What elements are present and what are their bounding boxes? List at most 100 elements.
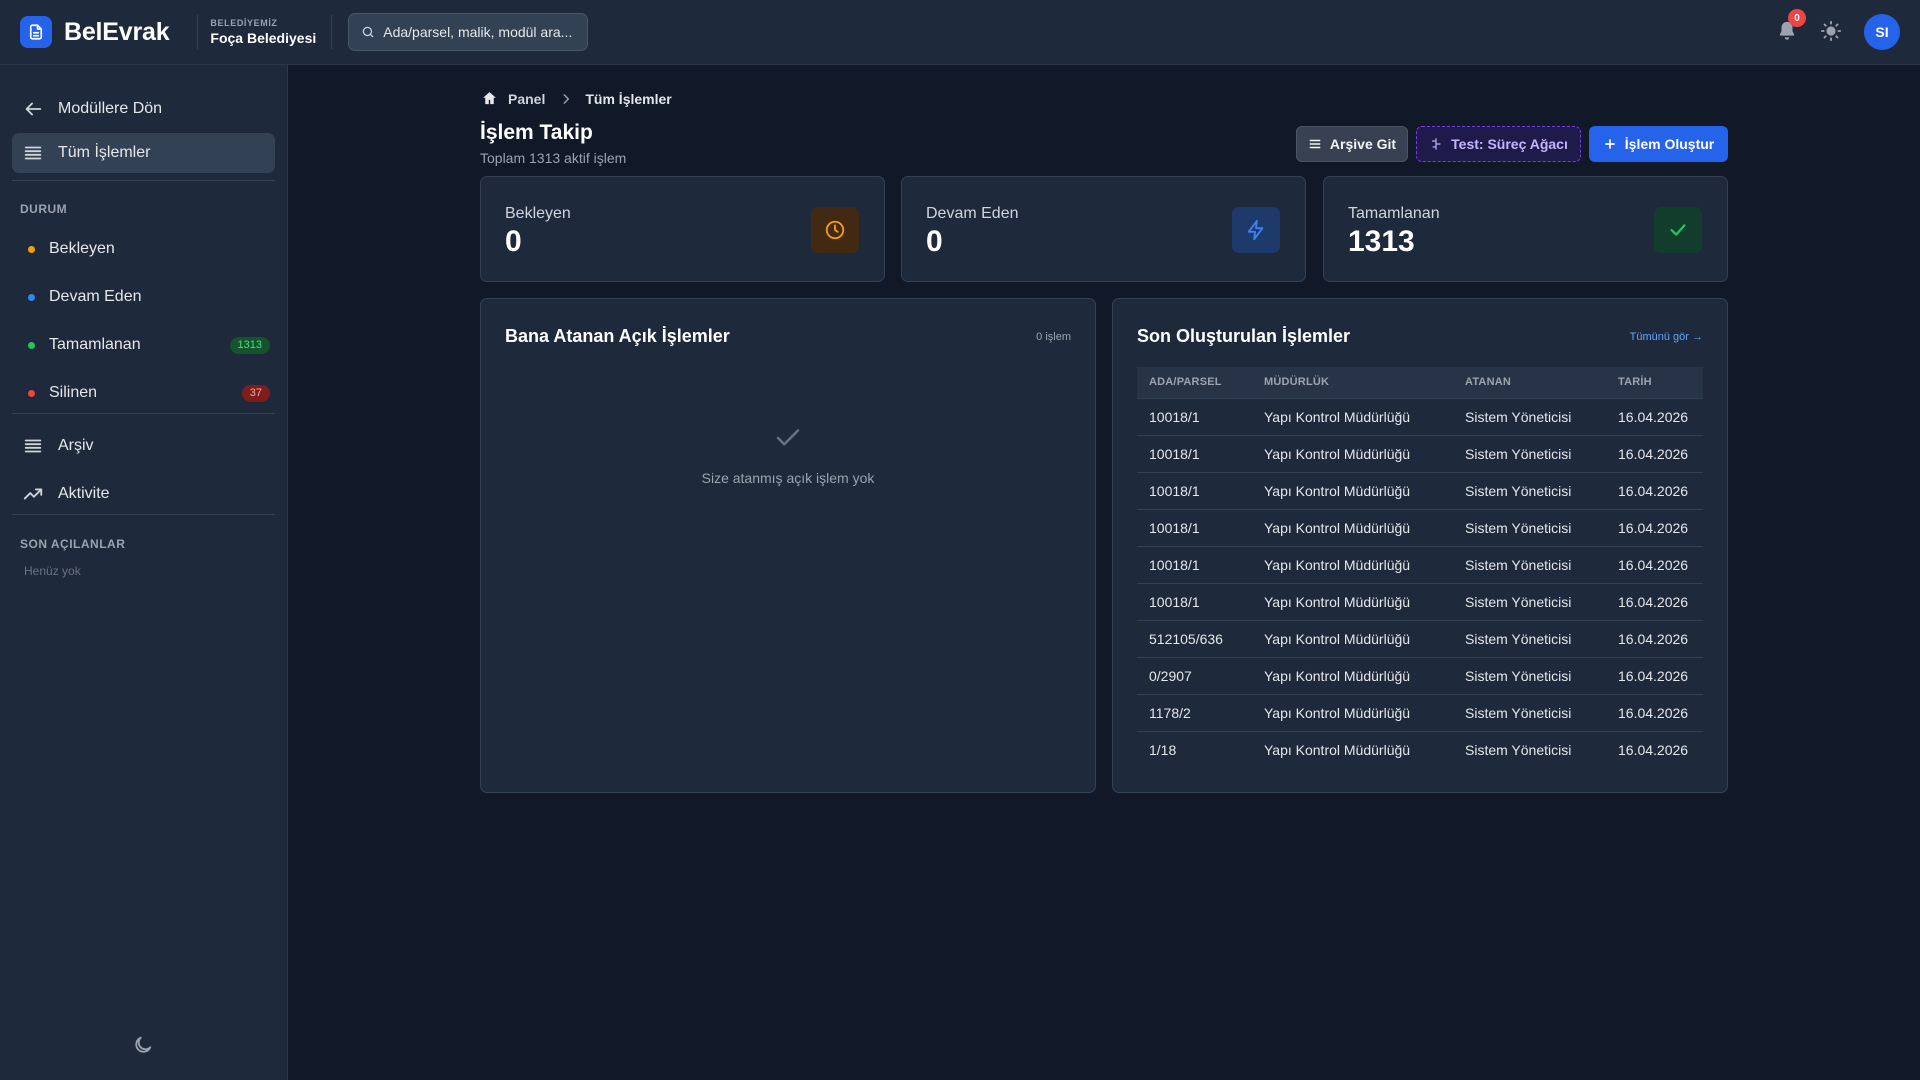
department-cell: Yapı Kontrol Müdürlüğü: [1252, 545, 1453, 583]
status-dot: [28, 389, 35, 397]
user-avatar[interactable]: SI: [1864, 14, 1900, 50]
table-row[interactable]: 10018/1 Yapı Kontrol Müdürlüğü Sistem Yöne…: [1137, 471, 1703, 509]
chevron-right-icon: [559, 92, 573, 106]
column-header: ATANAN: [1465, 376, 1512, 389]
theme-toggle-sun-icon[interactable]: [1820, 20, 1844, 44]
municipality-name: Foça Belediyesi: [210, 30, 317, 46]
table-row[interactable]: 10018/1 Yapı Kontrol Müdürlüğü Sistem Yöne…: [1137, 397, 1703, 435]
column-header: MÜDÜRLÜK: [1264, 376, 1330, 389]
breadcrumb-home-link[interactable]: Panel: [508, 91, 545, 107]
stat-card-completed: Tamamlanan 1313: [1323, 176, 1728, 282]
table-row[interactable]: 1/18 Yapı Kontrol Müdürlüğü Sistem Yönetic…: [1137, 730, 1703, 768]
plus-icon: [1604, 139, 1615, 149]
stat-label: Devam Eden: [926, 205, 1019, 222]
parcel-link[interactable]: 10018/1: [1137, 508, 1252, 546]
status-dot: [28, 293, 35, 301]
divider: [12, 413, 275, 414]
stat-label: Tamamlanan: [1348, 205, 1440, 222]
list-icon: [1309, 139, 1321, 149]
date-cell: 16.04.2026: [1606, 656, 1703, 694]
dark-mode-moon-icon[interactable]: [132, 1034, 154, 1056]
department-cell: Yapı Kontrol Müdürlüğü: [1252, 730, 1453, 768]
status-dot: [28, 245, 35, 253]
go-to-archive-button[interactable]: Arşive Git: [1296, 126, 1408, 162]
parcel-link[interactable]: 512105/636: [1137, 619, 1252, 657]
document-icon: [20, 16, 52, 48]
department-cell: Yapı Kontrol Müdürlüğü: [1252, 508, 1453, 546]
sidebar-item-activity[interactable]: Aktivite: [12, 474, 275, 514]
sidebar-item-pending[interactable]: Bekleyen: [20, 231, 270, 267]
table-row[interactable]: 0/2907 Yapı Kontrol Müdürlüğü Sistem Yönet…: [1137, 656, 1703, 694]
parcel-link[interactable]: 1/18: [1137, 730, 1252, 768]
sidebar-item-label: Silinen: [49, 384, 98, 401]
parcel-link[interactable]: 10018/1: [1137, 434, 1252, 472]
sidebar-item-completed[interactable]: Tamamlanan 1313: [20, 327, 270, 363]
recent-transactions-table: ADA/PARSEL MÜDÜRLÜK ATANAN TARİH 10018/1…: [1137, 367, 1703, 768]
search-icon: [361, 25, 375, 39]
see-all-link[interactable]: Tümünü gör →: [1630, 331, 1703, 343]
table-row[interactable]: 10018/1 Yapı Kontrol Müdürlüğü Sistem Yöne…: [1137, 582, 1703, 620]
notifications-button[interactable]: 0: [1776, 9, 1806, 44]
date-cell: 16.04.2026: [1606, 693, 1703, 731]
assignee-cell: Sistem Yöneticisi: [1453, 397, 1606, 435]
status-dot: [28, 341, 35, 349]
create-transaction-button[interactable]: İşlem Oluştur: [1589, 126, 1728, 162]
stat-value: 1313: [1348, 225, 1415, 258]
check-icon: [773, 423, 803, 453]
sidebar: Modüllere Dön Tüm İşlemler DURUM Bekleye…: [0, 65, 288, 1080]
department-cell: Yapı Kontrol Müdürlüğü: [1252, 397, 1453, 435]
sidebar-item-deleted[interactable]: Silinen 37: [20, 375, 270, 411]
menu-lines-icon: [22, 142, 44, 164]
date-cell: 16.04.2026: [1606, 730, 1703, 768]
sidebar-item-archive[interactable]: Arşiv: [12, 426, 275, 466]
assignee-cell: Sistem Yöneticisi: [1453, 582, 1606, 620]
check-icon: [1654, 207, 1702, 253]
table-body: 10018/1 Yapı Kontrol Müdürlüğü Sistem Yöne…: [1137, 397, 1703, 768]
department-cell: Yapı Kontrol Müdürlüğü: [1252, 656, 1453, 694]
date-cell: 16.04.2026: [1606, 508, 1703, 546]
column-header: ADA/PARSEL: [1149, 376, 1222, 389]
list-icon: [22, 435, 44, 457]
breadcrumb-current: Tüm İşlemler: [585, 90, 672, 107]
date-cell: 16.04.2026: [1606, 471, 1703, 509]
sidebar-item-label: Tüm İşlemler: [58, 144, 151, 161]
municipality-eyebrow: BELEDİYEMİZ: [210, 18, 278, 28]
notification-badge: 0: [1788, 9, 1806, 27]
parcel-link[interactable]: 10018/1: [1137, 397, 1252, 435]
test-process-tree-button[interactable]: Test: Süreç Ağacı: [1416, 126, 1581, 162]
date-cell: 16.04.2026: [1606, 397, 1703, 435]
page-title: İşlem Takip: [480, 121, 593, 144]
app-name: BelEvrak: [64, 17, 170, 46]
table-row[interactable]: 1178/2 Yapı Kontrol Müdürlüğü Sistem Yönet…: [1137, 693, 1703, 731]
parcel-link[interactable]: 10018/1: [1137, 471, 1252, 509]
go-to-archive-label: Arşive Git: [1329, 136, 1397, 152]
table-row[interactable]: 10018/1 Yapı Kontrol Müdürlüğü Sistem Yöne…: [1137, 434, 1703, 472]
table-row[interactable]: 10018/1 Yapı Kontrol Müdürlüğü Sistem Yöne…: [1137, 545, 1703, 583]
sidebar-item-label: Devam Eden: [49, 288, 142, 305]
clock-icon: [811, 207, 859, 253]
parcel-link[interactable]: 0/2907: [1137, 656, 1252, 694]
parcel-link[interactable]: 1178/2: [1137, 693, 1252, 731]
department-cell: Yapı Kontrol Müdürlüğü: [1252, 582, 1453, 620]
assignee-cell: Sistem Yöneticisi: [1453, 619, 1606, 657]
home-icon[interactable]: [481, 90, 498, 107]
status-heading: DURUM: [20, 202, 68, 216]
assignee-cell: Sistem Yöneticisi: [1453, 508, 1606, 546]
search-box[interactable]: [348, 13, 589, 51]
parcel-link[interactable]: 10018/1: [1137, 582, 1252, 620]
sidebar-item-label: Aktivite: [58, 485, 110, 502]
table-row[interactable]: 10018/1 Yapı Kontrol Müdürlüğü Sistem Yöne…: [1137, 508, 1703, 546]
sidebar-item-label: Bekleyen: [49, 240, 115, 257]
table-row[interactable]: 512105/636 Yapı Kontrol Müdürlüğü Sistem Y…: [1137, 619, 1703, 657]
date-cell: 16.04.2026: [1606, 545, 1703, 583]
app-logo[interactable]: BelEvrak: [20, 16, 170, 48]
search-input[interactable]: [383, 24, 584, 40]
date-cell: 16.04.2026: [1606, 582, 1703, 620]
parcel-link[interactable]: 10018/1: [1137, 545, 1252, 583]
department-cell: Yapı Kontrol Müdürlüğü: [1252, 619, 1453, 657]
department-cell: Yapı Kontrol Müdürlüğü: [1252, 434, 1453, 472]
header-actions: 0 SI: [1776, 0, 1900, 64]
sidebar-item-all-transactions[interactable]: Tüm İşlemler: [12, 133, 275, 173]
back-to-modules-link[interactable]: Modüllere Dön: [12, 89, 275, 129]
sidebar-item-in-progress[interactable]: Devam Eden: [20, 279, 270, 315]
